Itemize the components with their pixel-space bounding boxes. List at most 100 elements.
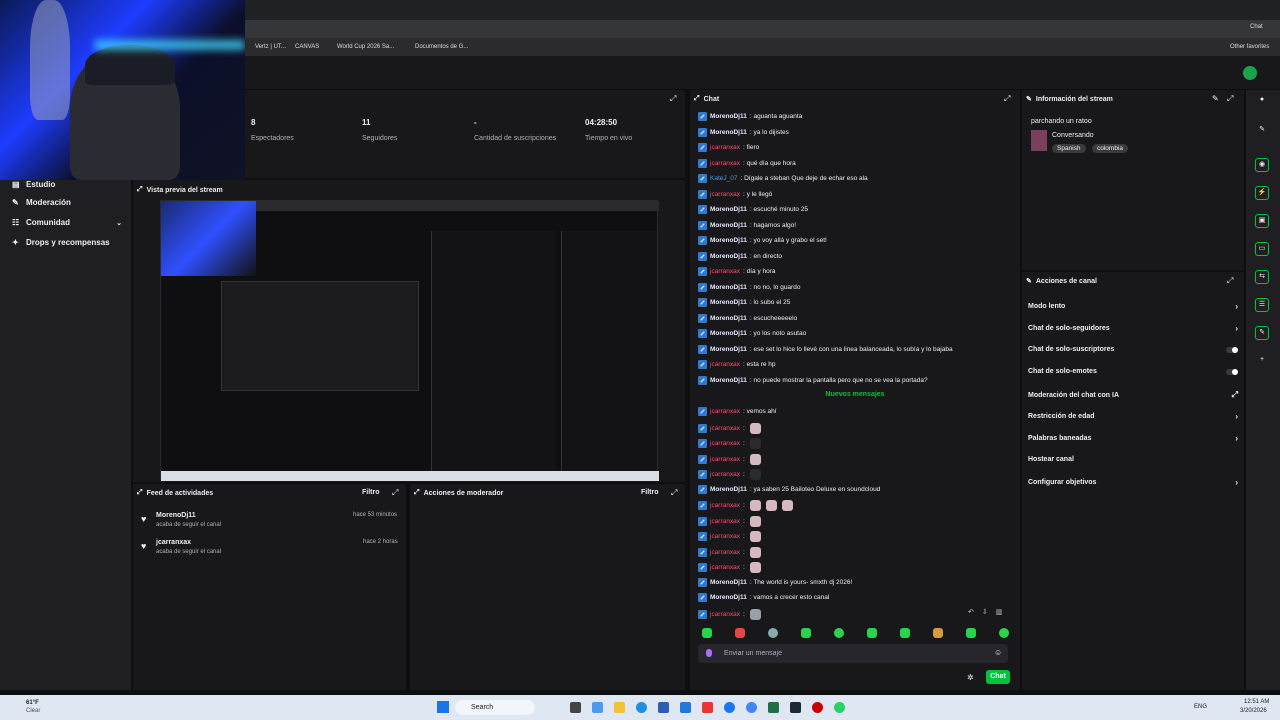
weather-temp[interactable]: 61°F	[26, 700, 39, 706]
chat-username[interactable]: jcarranxax	[710, 408, 740, 415]
chat-username[interactable]: jcarranxax	[710, 361, 740, 368]
chat-username[interactable]: MorenoDj11	[710, 222, 747, 229]
toggle-switch[interactable]	[1226, 368, 1238, 375]
list-icon[interactable]: ☰	[1255, 298, 1269, 312]
sidebar-item-drops[interactable]: ✦ Drops y recompensas	[12, 238, 110, 247]
address-bar[interactable]	[245, 20, 1280, 38]
expand-icon[interactable]: ⤢	[392, 488, 398, 498]
chat-username[interactable]: MorenoDj11	[710, 253, 747, 260]
chrome-icon[interactable]	[746, 702, 757, 713]
chat-username[interactable]: MorenoDj11	[710, 330, 747, 337]
excel-icon[interactable]	[768, 702, 779, 713]
chat-username[interactable]: MorenoDj11	[710, 579, 747, 586]
emote-icon[interactable]	[834, 628, 844, 638]
chat-username[interactable]: jcarranxax	[710, 564, 740, 571]
chat-username[interactable]: jcarranxax	[710, 440, 740, 447]
chat-username[interactable]: jcarranxax	[710, 191, 740, 198]
emote-icon[interactable]	[933, 628, 943, 638]
sidebar-item-studio[interactable]: ▤ Estudio	[12, 180, 55, 189]
profile-label[interactable]: Chat	[1250, 24, 1263, 30]
chat-username[interactable]: jcarranxax	[710, 549, 740, 556]
chat-username[interactable]: MorenoDj11	[710, 299, 747, 306]
expand-icon[interactable]: ⤢	[137, 489, 143, 497]
channel-action-item[interactable]: Hostear canal	[1028, 456, 1238, 463]
emote-icon[interactable]	[999, 628, 1009, 638]
chat-username[interactable]: jcarranxax	[710, 502, 740, 509]
chat-username[interactable]: MorenoDj11	[710, 315, 747, 322]
expand-icon[interactable]: ⤢	[1227, 94, 1233, 104]
emote-icon[interactable]	[801, 628, 811, 638]
chat-username[interactable]: MorenoDj11	[710, 346, 747, 353]
expand-icon[interactable]: ⤢	[1004, 94, 1010, 104]
info-icon[interactable]: ●	[1255, 94, 1269, 108]
pencil-icon[interactable]: ✎	[1255, 124, 1269, 138]
channel-action-item[interactable]: Configurar objetivos ›	[1028, 478, 1238, 487]
chat-username[interactable]: MorenoDj11	[710, 284, 747, 291]
plus-icon[interactable]: +	[1255, 354, 1269, 368]
chat-username[interactable]: jcarranxax	[710, 268, 740, 275]
sidebar-item-moderation[interactable]: ✎ Moderación	[12, 198, 71, 207]
undo-icon[interactable]: ↶	[968, 608, 974, 616]
steam-icon[interactable]	[790, 702, 801, 713]
app-icon[interactable]	[702, 702, 713, 713]
chat-username[interactable]: MorenoDj11	[710, 594, 747, 601]
taskbar-search[interactable]: Search	[455, 700, 535, 715]
chat-username[interactable]: MorenoDj11	[710, 237, 747, 244]
app-icon[interactable]	[680, 702, 691, 713]
channel-action-item[interactable]: Chat de solo-seguidores ›	[1028, 324, 1238, 333]
stream-preview-video[interactable]	[160, 200, 659, 481]
gear-icon[interactable]: ✲	[967, 673, 974, 682]
chat-input[interactable]: Enviar un mensaje ☺	[698, 644, 1008, 663]
sidebar-item-community[interactable]: ☷ Comunidad ⌄	[12, 218, 122, 227]
app-icon[interactable]	[658, 702, 669, 713]
channel-action-item[interactable]: Palabras baneadas ›	[1028, 434, 1238, 443]
chat-bubble-icon[interactable]: ▭	[1255, 242, 1269, 256]
lightning-icon[interactable]: ⚡	[1255, 186, 1269, 200]
channel-action-item[interactable]: Chat de solo-emotes	[1028, 368, 1238, 375]
chat-username[interactable]: jcarranxax	[710, 611, 740, 618]
chat-username[interactable]: jcarranxax	[710, 425, 740, 432]
emote-icon[interactable]	[867, 628, 877, 638]
expand-icon[interactable]: ⤢	[414, 489, 420, 497]
chat-username[interactable]: jcarranxax	[710, 160, 740, 167]
category-name[interactable]: Conversando	[1052, 132, 1094, 139]
microphone-icon[interactable]	[706, 649, 712, 657]
channel-action-item[interactable]: Restricción de edad ›	[1028, 412, 1238, 421]
start-icon[interactable]	[437, 701, 449, 713]
expand-icon[interactable]: ⤢	[671, 488, 677, 498]
clip-icon[interactable]: ▣	[1255, 214, 1269, 228]
clock-time[interactable]: 12:51 AM	[1244, 699, 1269, 705]
chat-username[interactable]: jcarranxax	[710, 144, 740, 151]
emote-icon[interactable]	[966, 628, 976, 638]
language-indicator[interactable]: ENG	[1194, 704, 1207, 710]
emote-icon[interactable]	[702, 628, 712, 638]
channel-action-item[interactable]: Chat de solo-suscriptores	[1028, 346, 1238, 353]
app-icon[interactable]	[812, 702, 823, 713]
emote-icon[interactable]	[768, 628, 778, 638]
expand-icon[interactable]: ⤢	[137, 186, 143, 194]
channel-action-item[interactable]: Modo lento ›	[1028, 302, 1238, 311]
pin-icon[interactable]: ⇩	[982, 608, 988, 616]
facebook-icon[interactable]	[724, 702, 735, 713]
chat-username[interactable]: MorenoDj11	[710, 377, 747, 384]
app-icon[interactable]	[592, 702, 603, 713]
chat-username[interactable]: MorenoDj11	[710, 486, 747, 493]
bookmark-item[interactable]: Vertz | UT...	[255, 44, 286, 50]
expand-icon[interactable]: ⤢	[670, 94, 676, 104]
bookmark-item[interactable]: Other favorites	[1230, 44, 1269, 50]
chat-username[interactable]: jcarranxax	[710, 518, 740, 525]
chat-username[interactable]: jcarranxax	[710, 456, 740, 463]
filter-button[interactable]: Filtro	[641, 489, 659, 496]
bookmark-item[interactable]: Documentos de G...	[415, 44, 468, 50]
bookmark-item[interactable]: World Cup 2026 Sa...	[337, 44, 394, 50]
chat-username[interactable]: MorenoDj11	[710, 206, 747, 213]
chat-username[interactable]: jcarranxax	[710, 471, 740, 478]
raid-icon[interactable]: ⇆	[1255, 270, 1269, 284]
folder-icon[interactable]	[614, 702, 625, 713]
tag[interactable]: Spanish	[1052, 144, 1086, 153]
filter-button[interactable]: Filtro	[362, 489, 380, 496]
edge-icon[interactable]	[636, 702, 647, 713]
bookmark-item[interactable]: CANVAS	[295, 44, 319, 50]
chat-username[interactable]: jcarranxax	[710, 533, 740, 540]
chat-username[interactable]: MorenoDj11	[710, 129, 747, 136]
